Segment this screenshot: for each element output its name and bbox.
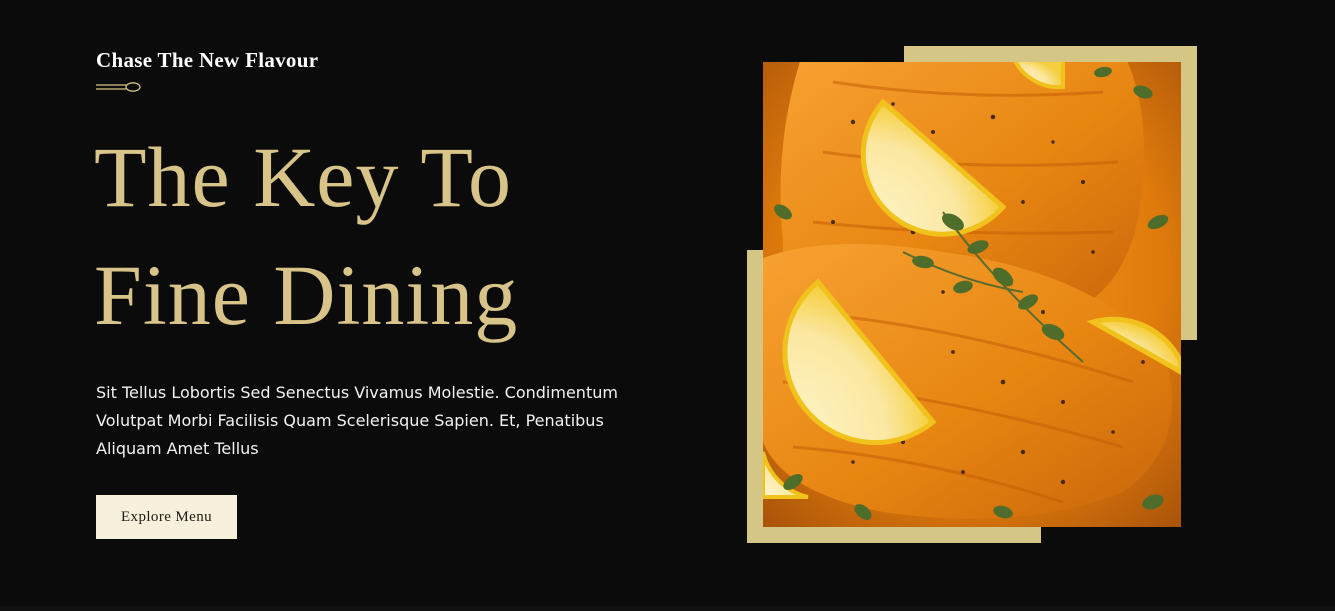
hero-tagline: Chase The New Flavour xyxy=(96,48,319,72)
spoon-icon xyxy=(96,82,141,92)
food-photo xyxy=(763,62,1181,527)
hero-headline: The Key To Fine Dining xyxy=(94,118,518,354)
headline-line-1: The Key To xyxy=(94,129,512,225)
hero-description: Sit Tellus Lobortis Sed Senectus Vivamus… xyxy=(96,383,618,458)
bottom-edge xyxy=(0,606,1335,611)
headline-line-2: Fine Dining xyxy=(94,247,519,343)
hero-section: Chase The New Flavour The Key To Fine Di… xyxy=(0,0,1335,611)
explore-menu-button[interactable]: Explore Menu xyxy=(96,495,237,539)
